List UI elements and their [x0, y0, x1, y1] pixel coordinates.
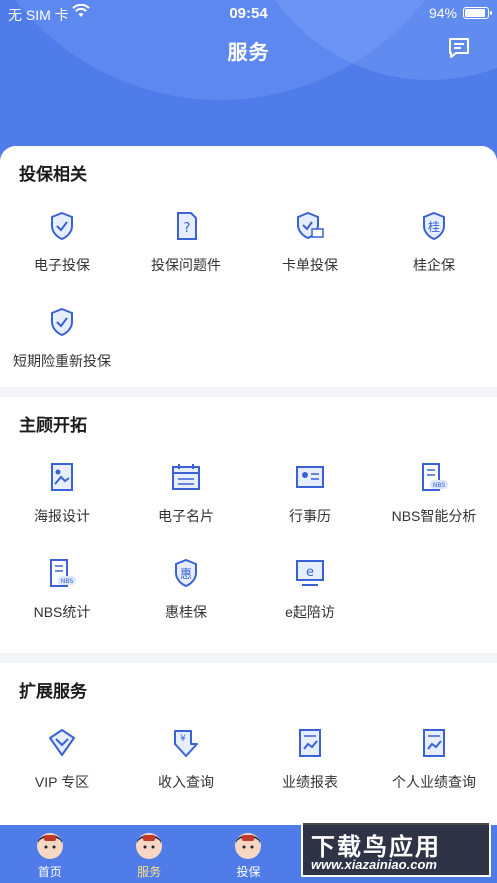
svg-text:NBS: NBS	[61, 578, 73, 585]
service-e-insure[interactable]: 电子投保	[0, 197, 124, 293]
income-icon: ¥	[174, 730, 198, 757]
service-nbs-stats[interactable]: NBS NBS统计	[0, 544, 124, 640]
shield-check-icon	[51, 307, 73, 337]
service-panel: 投保相关 电子投保 ? 投保问题件 卡单投保 桂 桂企保 短期险重新投保 主顾开…	[0, 146, 497, 883]
poster-icon	[51, 463, 73, 491]
shield-hui-icon: 惠	[175, 558, 197, 588]
shield-check-icon	[51, 211, 73, 241]
service-label: 行事历	[289, 508, 331, 524]
vip-diamond-icon	[49, 729, 75, 756]
service-label: 海报设计	[34, 508, 90, 524]
service-schedule[interactable]: 行事历	[248, 448, 372, 544]
status-bar: 无 SIM 卡 09:54 94%	[0, 0, 497, 26]
service-label: 短期险重新投保	[13, 353, 111, 369]
service-income-query[interactable]: ¥ 收入查询	[124, 714, 248, 810]
tab-home[interactable]: 首页	[0, 825, 99, 883]
battery-percent: 94%	[428, 5, 457, 21]
service-label: 卡单投保	[282, 257, 338, 273]
service-vip-zone[interactable]: VIP 专区	[0, 714, 124, 810]
mascot-avatar-icon	[235, 833, 262, 859]
tab-service[interactable]: 服务	[99, 825, 198, 883]
service-nbs-analysis[interactable]: NBS NBS智能分析	[372, 448, 496, 544]
watermark-logo: 下载鸟应用 www.xiazainiao.com	[301, 821, 491, 877]
service-label: 业绩报表	[282, 774, 338, 790]
service-label: e起陪访	[285, 604, 335, 620]
battery-icon	[463, 7, 492, 19]
e-monitor-icon: e	[296, 560, 324, 586]
svg-text:?: ?	[184, 221, 191, 236]
shield-gui-icon: 桂	[423, 211, 445, 241]
service-gui-qi-bao[interactable]: 桂 桂企保	[372, 197, 496, 293]
service-label: 个人业绩查询	[392, 774, 476, 790]
mascot-avatar-icon	[36, 833, 63, 859]
service-label: 电子投保	[34, 257, 90, 273]
personal-report-icon	[423, 729, 445, 757]
section-title: 主顾开拓	[19, 416, 87, 435]
service-label: NBS统计	[33, 604, 91, 620]
id-card-icon	[296, 466, 324, 488]
service-label: 收入查询	[158, 774, 214, 790]
service-poster-design[interactable]: 海报设计	[0, 448, 124, 544]
service-label: 桂企保	[413, 257, 455, 273]
mascot-avatar-icon	[136, 833, 163, 859]
nbs-document-icon: NBS	[422, 463, 448, 491]
service-label: VIP 专区	[34, 774, 90, 790]
svg-text:¥: ¥	[180, 734, 186, 744]
svg-text:惠: 惠	[180, 567, 192, 581]
service-label: 惠桂保	[165, 604, 207, 620]
tab-insure[interactable]: 投保	[199, 825, 298, 883]
service-problem-doc[interactable]: ? 投保问题件	[124, 197, 248, 293]
svg-text:NBS: NBS	[433, 482, 445, 489]
nbs-document-icon: NBS	[50, 559, 76, 587]
svg-text:桂: 桂	[428, 219, 440, 234]
calendar-card-icon	[172, 464, 200, 490]
section-insurance: 投保相关 电子投保 ? 投保问题件 卡单投保 桂 桂企保 短期险重新投保	[0, 146, 497, 387]
report-icon	[299, 729, 321, 757]
svg-text:e: e	[306, 565, 314, 580]
service-label: NBS智能分析	[391, 508, 477, 524]
shield-card-icon	[297, 211, 324, 240]
service-personal-performance[interactable]: 个人业绩查询	[372, 714, 496, 810]
service-short-term-reinsure[interactable]: 短期险重新投保	[0, 293, 124, 389]
tab-label: 服务	[137, 865, 162, 879]
service-e-card[interactable]: 电子名片	[124, 448, 248, 544]
service-performance-report[interactable]: 业绩报表	[248, 714, 372, 810]
page-title: 服务	[227, 42, 270, 64]
service-card-insure[interactable]: 卡单投保	[248, 197, 372, 293]
section-title: 投保相关	[19, 165, 87, 184]
tab-label: 投保	[236, 865, 261, 879]
clock: 09:54	[229, 5, 268, 22]
service-label: 投保问题件	[151, 257, 221, 273]
section-customer-dev: 主顾开拓 海报设计 电子名片 行事历 NBS NBS智能分析 NBS NBS统计	[0, 397, 497, 653]
message-icon[interactable]	[447, 36, 471, 60]
service-e-visit[interactable]: e e起陪访	[248, 544, 372, 640]
watermark-url: www.xiazainiao.com	[311, 857, 437, 872]
service-label: 电子名片	[158, 508, 214, 524]
document-question-icon: ?	[177, 212, 197, 240]
section-title: 扩展服务	[19, 682, 87, 701]
tab-label: 首页	[37, 865, 62, 879]
service-hui-gui-bao[interactable]: 惠 惠桂保	[124, 544, 248, 640]
